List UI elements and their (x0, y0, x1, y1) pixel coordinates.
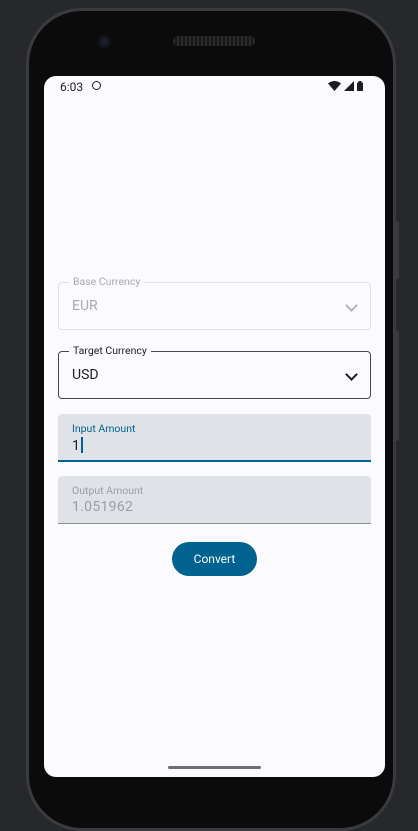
base-currency-label: Base Currency (69, 275, 145, 288)
status-icons (328, 81, 363, 91)
input-amount-value-wrap[interactable]: 1 (72, 437, 83, 454)
target-currency-value: USD (72, 367, 99, 383)
output-amount-field: Output Amount 1.051962 (58, 476, 371, 524)
base-currency-dropdown[interactable]: Base Currency EUR (58, 275, 371, 330)
home-gesture-bar[interactable] (168, 766, 261, 769)
input-amount-label: Input Amount (72, 422, 136, 435)
app-screen: 6:03 Base Currency EUR Target Currency U… (44, 76, 385, 777)
earpiece-speaker (173, 36, 255, 46)
target-currency-label: Target Currency (69, 344, 151, 357)
convert-button[interactable]: Convert (172, 542, 257, 576)
sync-icon (92, 81, 101, 90)
status-bar: 6:03 (44, 76, 385, 98)
target-currency-dropdown[interactable]: Target Currency USD (58, 344, 371, 399)
status-time: 6:03 (60, 80, 84, 94)
input-amount-value[interactable]: 1 (72, 438, 80, 454)
wifi-icon (328, 81, 341, 91)
signal-icon (344, 81, 354, 91)
base-currency-value: EUR (72, 298, 98, 314)
input-amount-field[interactable]: Input Amount 1 (58, 414, 371, 462)
power-button (395, 221, 399, 279)
chevron-down-icon (345, 299, 358, 312)
volume-button (395, 331, 399, 441)
battery-icon (357, 81, 363, 91)
front-camera (98, 35, 111, 48)
chevron-down-icon[interactable] (345, 368, 358, 381)
output-amount-label: Output Amount (72, 484, 144, 497)
text-cursor (80, 437, 83, 453)
output-amount-value: 1.051962 (72, 499, 134, 515)
